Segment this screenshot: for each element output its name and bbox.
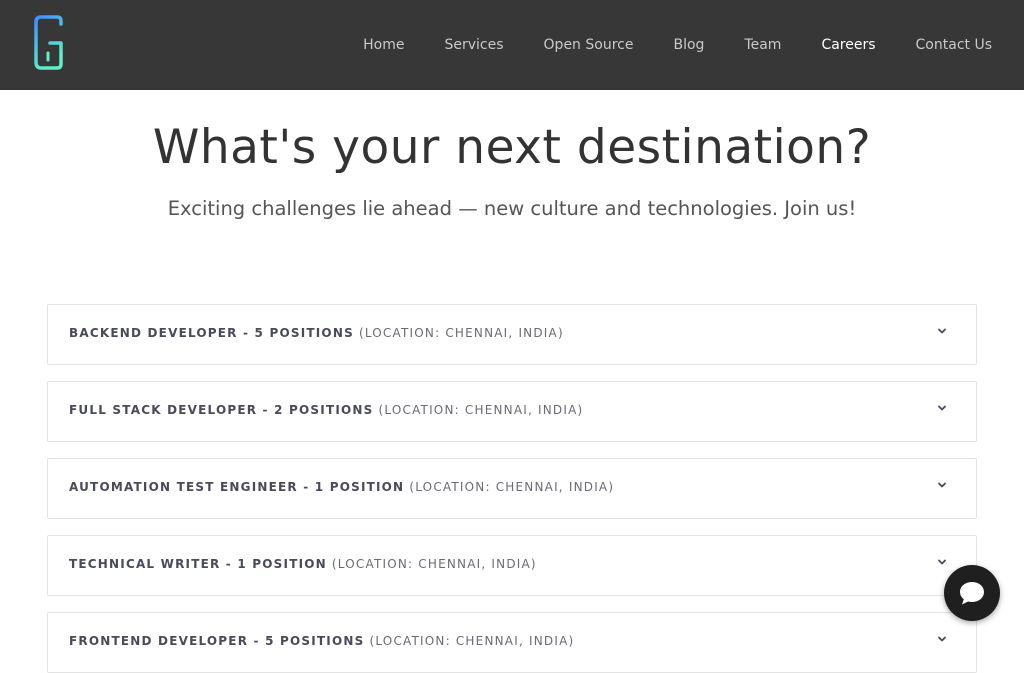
job-listing-technical-writer[interactable]: Technical Writer - 1 Position (Location:…	[47, 535, 977, 596]
chevron-down-icon[interactable]	[937, 557, 947, 567]
g-logo-icon[interactable]	[31, 15, 67, 71]
chat-button[interactable]	[944, 565, 1000, 621]
nav-open-source[interactable]: Open Source	[544, 37, 634, 53]
job-listing-text: Full Stack Developer - 2 Positions (Loca…	[69, 403, 583, 417]
chevron-down-icon[interactable]	[937, 326, 947, 336]
job-title: Technical Writer - 1 Position	[69, 557, 327, 571]
job-listing-backend-developer[interactable]: Backend Developer - 5 Positions (Locatio…	[47, 304, 977, 365]
job-location: (Location: Chennai, India)	[409, 480, 615, 494]
job-listing-text: Frontend Developer - 5 Positions (Locati…	[69, 634, 574, 648]
job-location: (Location: Chennai, India)	[369, 634, 575, 648]
chevron-down-icon[interactable]	[937, 634, 947, 644]
navbar: Home Services Open Source Blog Team Care…	[0, 0, 1024, 90]
job-listing-text: Technical Writer - 1 Position (Location:…	[69, 557, 537, 571]
nav-team[interactable]: Team	[744, 37, 781, 53]
chevron-down-icon[interactable]	[937, 480, 947, 490]
nav-contact-us[interactable]: Contact Us	[916, 37, 992, 53]
job-title: Full Stack Developer - 2 Positions	[69, 403, 374, 417]
page-subtitle: Exciting challenges lie ahead — new cult…	[167, 197, 857, 220]
job-location: (Location: Chennai, India)	[358, 326, 564, 340]
chevron-down-icon[interactable]	[937, 403, 947, 413]
page-title: What's your next destination?	[152, 120, 872, 175]
job-listing-full-stack-developer[interactable]: Full Stack Developer - 2 Positions (Loca…	[47, 381, 977, 442]
nav-careers[interactable]: Careers	[821, 37, 875, 53]
job-listing-frontend-developer[interactable]: Frontend Developer - 5 Positions (Locati…	[47, 612, 977, 673]
job-title: Automation Test Engineer - 1 Position	[69, 480, 405, 494]
main-nav: Home Services Open Source Blog Team Care…	[363, 0, 992, 90]
job-location: (Location: Chennai, India)	[378, 403, 584, 417]
nav-services[interactable]: Services	[444, 37, 503, 53]
job-title: Backend Developer - 5 Positions	[69, 326, 354, 340]
nav-home[interactable]: Home	[363, 37, 404, 53]
job-location: (Location: Chennai, India)	[331, 557, 537, 571]
nav-blog[interactable]: Blog	[673, 37, 704, 53]
job-title: Frontend Developer - 5 Positions	[69, 634, 365, 648]
job-listing-automation-test-engineer[interactable]: Automation Test Engineer - 1 Position (L…	[47, 458, 977, 519]
job-listing-text: Automation Test Engineer - 1 Position (L…	[69, 480, 614, 494]
chat-bubble-icon	[960, 582, 984, 605]
job-listing-text: Backend Developer - 5 Positions (Locatio…	[69, 326, 564, 340]
